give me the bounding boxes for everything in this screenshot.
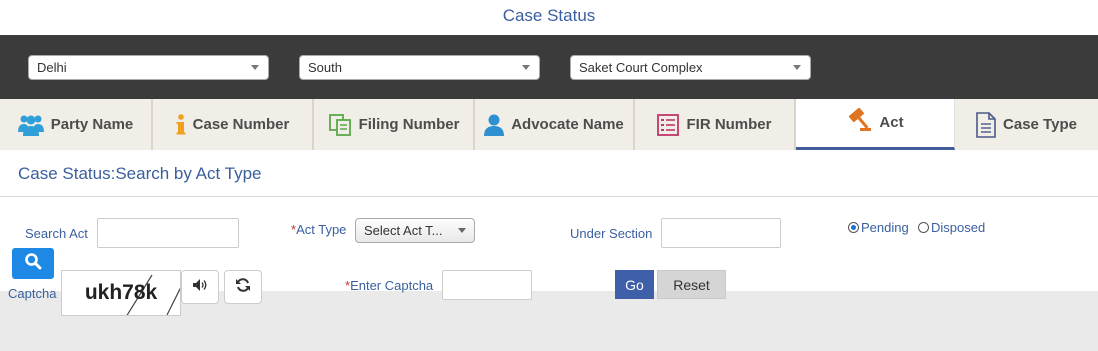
location-selector-bar: Delhi South Saket Court Complex [0,35,1098,99]
divider [0,196,1098,197]
gavel-icon [846,108,872,132]
court-complex-select[interactable]: Saket Court Complex [570,55,811,80]
chevron-down-icon [522,65,530,70]
captcha-label: Captcha [8,286,57,301]
enter-captcha-label-text: Enter Captcha [350,278,434,293]
copy-icon [328,113,352,137]
person-icon [484,114,505,136]
tab-label: FIR Number [686,116,772,133]
act-type-select[interactable]: Select Act T... [355,218,475,243]
district-select[interactable]: South [299,55,540,80]
captcha-audio-button[interactable] [181,270,219,304]
info-icon [176,113,186,136]
speaker-icon [192,278,208,297]
tab-label: Act [879,113,904,131]
captcha-image: ukh78k [61,270,181,316]
page-title: Case Status [502,6,596,25]
section-heading: Case Status:Search by Act Type [18,164,262,183]
document-icon [976,111,996,138]
act-type-label: *Act Type [291,222,346,237]
court-complex-select-value: Saket Court Complex [579,60,703,75]
tab-label: Advocate Name [511,116,624,133]
chevron-down-icon [458,228,466,233]
tab-act[interactable]: Act [796,99,955,150]
radio-button[interactable] [848,222,859,233]
tab-label: Case Number [192,116,290,133]
search-icon [24,252,42,275]
reset-button[interactable]: Reset [657,270,726,299]
tab-party-name[interactable]: Party Name [0,99,153,150]
tab-advocate-name[interactable]: Advocate Name [475,99,635,150]
under-section-input[interactable] [661,218,781,248]
state-select-value: Delhi [37,60,67,75]
act-type-label-text: Act Type [296,222,347,237]
chevron-down-icon [251,65,259,70]
tab-case-number[interactable]: Case Number [153,99,314,150]
captcha-text: ukh78k [84,281,158,304]
search-act-input[interactable] [97,218,239,248]
refresh-icon [235,277,251,298]
go-button[interactable]: Go [615,270,654,299]
tab-fir-number[interactable]: FIR Number [635,99,796,150]
tab-filing-number[interactable]: Filing Number [314,99,475,150]
tab-label: Filing Number [358,116,460,133]
act-type-select-value: Select Act T... [364,223,443,238]
enter-captcha-label: *Enter Captcha [345,278,433,293]
under-section-label: Under Section [570,226,653,241]
enter-captcha-input[interactable] [442,270,532,300]
search-tabs: Party Name Case Number Filing Number Adv… [0,99,1098,150]
people-icon [17,114,44,136]
captcha-refresh-button[interactable] [224,270,262,304]
pending-label: Pending [861,220,909,235]
chevron-down-icon [793,65,801,70]
status-radio-pending[interactable]: Pending [848,220,909,235]
district-select-value: South [308,60,342,75]
tab-label: Party Name [50,116,134,133]
tab-case-type[interactable]: Case Type [955,99,1098,150]
disposed-label: Disposed [931,220,986,235]
status-radio-disposed[interactable]: Disposed [918,220,985,235]
list-icon [657,113,680,136]
radio-button[interactable] [918,222,929,233]
search-act-label: Search Act [25,226,88,241]
tab-label: Case Type [1003,116,1077,133]
state-select[interactable]: Delhi [28,55,269,80]
search-button[interactable] [12,248,54,279]
